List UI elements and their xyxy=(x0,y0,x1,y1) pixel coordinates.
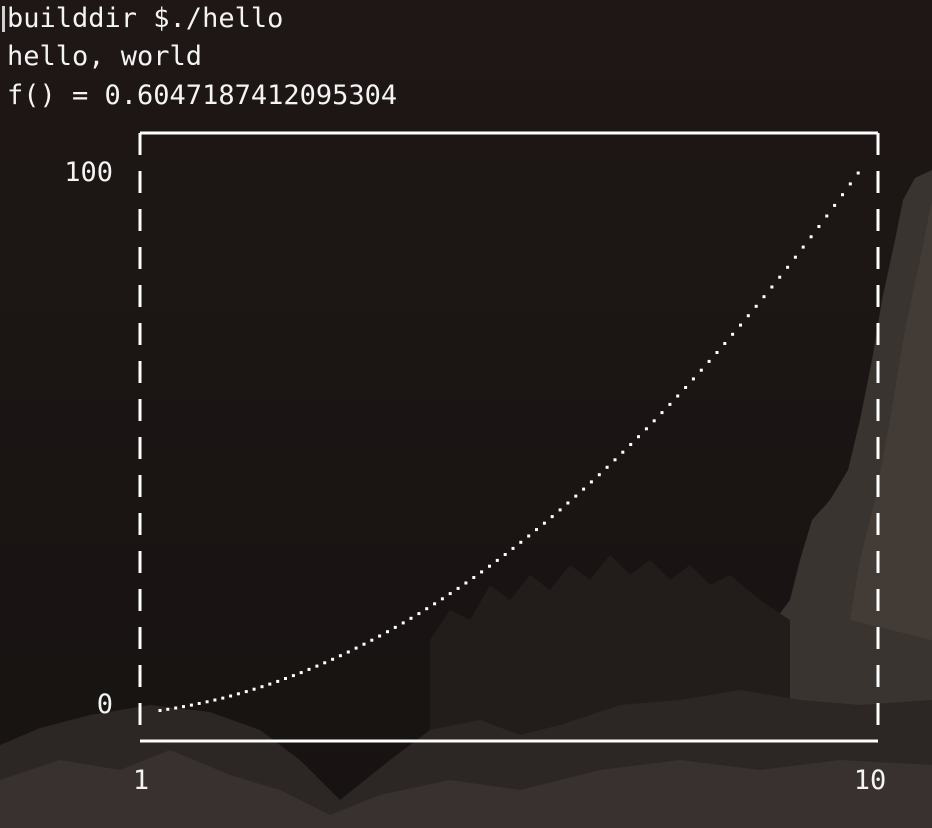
y-tick-label-max: 100 xyxy=(64,157,113,188)
data-point xyxy=(707,359,711,363)
data-point xyxy=(793,255,797,259)
data-point xyxy=(731,332,735,336)
data-point xyxy=(495,558,499,562)
data-point xyxy=(817,225,821,228)
data-point xyxy=(629,443,633,446)
data-point xyxy=(433,602,437,606)
data-point xyxy=(605,465,609,469)
data-point xyxy=(464,581,468,585)
data-point xyxy=(268,682,272,686)
data-point xyxy=(299,671,303,675)
data-point xyxy=(378,634,382,638)
data-point xyxy=(174,706,178,710)
data-point xyxy=(284,677,287,680)
data-point xyxy=(205,700,209,704)
data-point xyxy=(637,435,640,439)
data-point xyxy=(644,427,648,431)
data-point xyxy=(386,630,389,634)
data-points xyxy=(158,171,860,712)
data-point xyxy=(519,540,523,544)
data-point xyxy=(778,275,782,279)
data-point xyxy=(535,528,538,532)
data-point xyxy=(574,494,578,498)
data-point xyxy=(331,657,335,661)
data-point xyxy=(856,171,860,175)
data-point xyxy=(566,501,570,505)
data-point xyxy=(260,685,264,689)
data-point xyxy=(621,450,625,454)
data-point xyxy=(589,480,593,484)
data-point xyxy=(276,679,280,683)
data-point xyxy=(362,642,366,646)
data-point xyxy=(542,521,546,525)
data-point xyxy=(762,295,766,299)
data-point xyxy=(684,386,688,389)
data-point xyxy=(848,182,852,186)
data-point xyxy=(841,193,844,197)
data-point xyxy=(786,265,790,269)
x-tick-label-max: 10 xyxy=(854,765,887,796)
data-point xyxy=(691,377,695,381)
data-point xyxy=(307,667,311,671)
data-point xyxy=(315,664,319,668)
data-point xyxy=(393,625,397,629)
data-point xyxy=(770,285,774,289)
data-point xyxy=(754,304,758,308)
data-point xyxy=(676,394,680,398)
data-point xyxy=(503,553,507,556)
data-point xyxy=(472,576,476,579)
data-point xyxy=(417,612,421,616)
data-point xyxy=(182,705,185,709)
data-point xyxy=(511,546,515,550)
data-point xyxy=(323,661,327,665)
data-point xyxy=(252,687,256,691)
data-point xyxy=(338,654,342,658)
data-point xyxy=(550,515,554,519)
data-point xyxy=(801,245,805,249)
data-point xyxy=(448,592,452,596)
data-point xyxy=(739,323,742,327)
data-point xyxy=(715,351,719,354)
data-point xyxy=(197,702,201,705)
data-point xyxy=(723,342,727,345)
x-tick-label-min: 1 xyxy=(133,765,149,796)
data-point xyxy=(221,696,225,700)
data-point xyxy=(833,203,837,207)
data-point xyxy=(597,473,601,477)
data-point xyxy=(158,709,162,712)
data-point xyxy=(213,698,217,702)
data-point xyxy=(660,411,664,415)
data-point xyxy=(346,650,350,654)
data-point xyxy=(613,458,617,462)
data-point xyxy=(236,692,240,696)
data-point xyxy=(652,419,656,423)
data-point xyxy=(699,368,703,372)
data-point xyxy=(291,674,295,678)
data-point xyxy=(582,487,586,491)
data-point xyxy=(809,235,813,239)
data-point xyxy=(244,690,248,694)
data-point xyxy=(440,597,444,601)
data-point xyxy=(668,402,672,406)
data-point xyxy=(527,534,531,538)
data-point xyxy=(558,508,562,512)
data-point xyxy=(401,621,405,625)
data-point xyxy=(370,638,374,642)
data-point xyxy=(425,607,429,611)
data-point xyxy=(488,564,491,568)
data-point xyxy=(189,703,193,707)
data-point xyxy=(456,586,460,590)
data-point xyxy=(354,646,358,650)
data-point xyxy=(825,214,829,218)
data-point xyxy=(166,707,170,711)
data-point xyxy=(409,616,413,620)
y-tick-label-min: 0 xyxy=(97,689,113,720)
data-point xyxy=(229,694,233,698)
data-point xyxy=(746,314,750,318)
ascii-plot: 100 0 1 10 xyxy=(64,131,887,796)
data-point xyxy=(480,570,484,574)
